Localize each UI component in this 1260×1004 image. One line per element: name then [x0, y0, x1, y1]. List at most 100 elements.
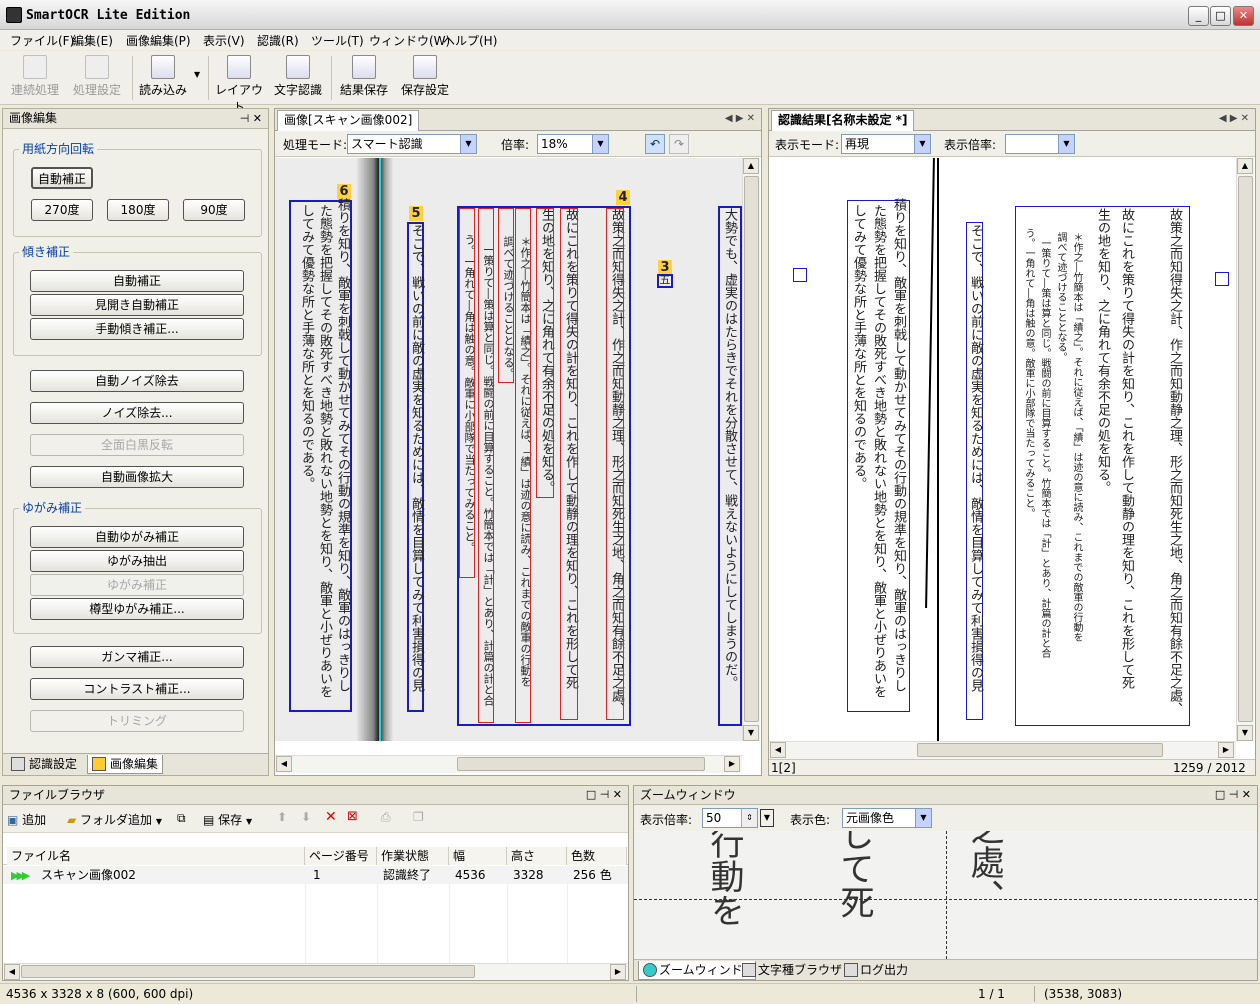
- tab-char-browser[interactable]: 文字種ブラウザ: [738, 961, 842, 980]
- scroll-down-icon[interactable]: ▼: [743, 725, 759, 741]
- menu-image-edit[interactable]: 画像編集(P): [126, 32, 191, 49]
- col-colors[interactable]: 色数: [567, 847, 627, 865]
- save-settings-button[interactable]: 保存設定: [398, 55, 452, 98]
- menu-recognize[interactable]: 認識(R): [257, 32, 299, 49]
- menu-help[interactable]: ヘルプ(H): [443, 32, 497, 49]
- col-status[interactable]: 作業状態: [377, 847, 449, 865]
- delete-icon[interactable]: ✕: [325, 809, 337, 825]
- scroll-left-icon[interactable]: ◀: [276, 756, 292, 772]
- move-up-icon[interactable]: ⬆: [277, 810, 287, 824]
- col-filename[interactable]: ファイル名: [7, 847, 305, 865]
- scroll-left-icon[interactable]: ◀: [4, 964, 20, 980]
- warp-auto-button[interactable]: 自動ゆがみ補正: [30, 526, 244, 548]
- minimize-button[interactable]: _: [1188, 6, 1209, 26]
- col-page[interactable]: ページ番号: [305, 847, 377, 865]
- scroll-right-icon[interactable]: ▶: [610, 964, 626, 980]
- table-row[interactable]: ▶▶▶ スキャン画像002 1 認識終了 4536 3328 256 色: [3, 866, 628, 884]
- scroll-up-icon[interactable]: ▲: [743, 158, 759, 174]
- save-result-button[interactable]: 結果保存: [337, 55, 391, 98]
- load-dropdown-icon[interactable]: ▼: [194, 70, 200, 79]
- warp-extract-button[interactable]: ゆがみ抽出: [30, 550, 244, 572]
- auto-enlarge-button[interactable]: 自動画像拡大: [30, 466, 244, 488]
- scroll-thumb[interactable]: [1238, 176, 1253, 722]
- barrel-correct-button[interactable]: 樽型ゆがみ補正...: [30, 598, 244, 620]
- mode-select[interactable]: スマート認識 ▼: [347, 134, 477, 154]
- pin-close-icon[interactable]: ⊣ ✕: [240, 109, 262, 128]
- menu-file[interactable]: ファイル(F): [10, 32, 74, 49]
- save-file-button[interactable]: ▤ 保存 ▼: [203, 811, 252, 828]
- col-width[interactable]: 幅: [449, 847, 507, 865]
- spin-icon[interactable]: ⇕: [741, 809, 757, 827]
- load-button[interactable]: 読み込み: [138, 55, 188, 98]
- tab-log-output[interactable]: ログ出力: [840, 961, 908, 980]
- scroll-right-icon[interactable]: ▶: [724, 756, 740, 772]
- gamma-button[interactable]: ガンマ補正...: [30, 646, 244, 668]
- menu-tools[interactable]: ツール(T): [311, 32, 364, 49]
- result-canvas[interactable]: 故策之而知得失之計、作之而知動静之理、形之而知死生之地、角之而知有餘不足之處、 …: [769, 158, 1236, 741]
- menu-edit[interactable]: 編集(E): [72, 32, 113, 49]
- warp-correct-button[interactable]: ゆがみ補正: [30, 574, 244, 596]
- col-height[interactable]: 高さ: [507, 847, 567, 865]
- pages-icon[interactable]: ❐: [413, 810, 424, 824]
- scan-image-canvas[interactable]: 6 してみて優勢な所と手薄な所とを知るのである。 た態勢を把握してその敗死すべき…: [275, 158, 742, 741]
- scroll-thumb[interactable]: [744, 176, 759, 722]
- close-button[interactable]: ✕: [1233, 6, 1254, 26]
- horizontal-scrollbar[interactable]: ◀ ▶: [275, 755, 742, 773]
- copy-icon[interactable]: ⧉: [177, 811, 186, 826]
- noise-remove-button[interactable]: ノイズ除去...: [30, 402, 244, 424]
- rotate-270-button[interactable]: 270度: [31, 199, 93, 221]
- scroll-down-icon[interactable]: ▼: [1237, 725, 1253, 741]
- redo-icon[interactable]: ↷: [669, 134, 689, 154]
- undo-icon[interactable]: ↶: [645, 134, 665, 154]
- scan-icon[interactable]: ⎙: [381, 810, 391, 825]
- rotate-180-button[interactable]: 180度: [107, 199, 169, 221]
- tab-image-edit[interactable]: 画像編集: [87, 755, 163, 774]
- horizontal-scrollbar[interactable]: ◀ ▶: [769, 741, 1236, 759]
- zoom-dropdown-icon[interactable]: ▼: [760, 809, 774, 827]
- move-down-icon[interactable]: ⬇: [301, 810, 311, 824]
- result-block-3[interactable]: [1215, 272, 1229, 286]
- display-color-select[interactable]: 元画像色 ▼: [842, 808, 932, 828]
- scroll-thumb[interactable]: [21, 965, 475, 978]
- tab-nav-icon[interactable]: ◀ ▶ ✕: [725, 113, 755, 124]
- add-folder-button[interactable]: ▰ フォルダ追加 ▼: [67, 811, 162, 828]
- result-tab[interactable]: 認識結果[名称未設定 *]: [771, 110, 915, 131]
- invert-button[interactable]: 全面白黒反転: [30, 434, 244, 456]
- skew-spread-button[interactable]: 見開き自動補正: [30, 294, 244, 316]
- menu-view[interactable]: 表示(V): [203, 32, 245, 49]
- vertical-scrollbar[interactable]: ▲ ▼: [1236, 158, 1254, 741]
- zoom-preview[interactable]: 行動を して死 之處、: [634, 831, 1257, 959]
- panel-controls-icon[interactable]: □ ⊣ ✕: [1215, 786, 1251, 804]
- batch-process-button[interactable]: 連続処理: [8, 55, 62, 98]
- horizontal-scrollbar[interactable]: ◀ ▶: [3, 963, 628, 980]
- tab-nav-icon[interactable]: ◀ ▶ ✕: [1219, 113, 1249, 124]
- zoom-rate-input[interactable]: 50 ⇕: [702, 808, 758, 828]
- scroll-thumb[interactable]: [917, 743, 1163, 757]
- process-settings-button[interactable]: 処理設定: [70, 55, 124, 98]
- skew-auto-button[interactable]: 自動補正: [30, 270, 244, 292]
- auto-rotate-button[interactable]: 自動補正: [31, 167, 93, 189]
- layout-button[interactable]: レイアウト: [214, 55, 264, 115]
- add-file-button[interactable]: ▣ 追加: [7, 811, 46, 828]
- image-tab[interactable]: 画像[スキャン画像002]: [277, 110, 420, 131]
- panel-controls-icon[interactable]: □ ⊣ ✕: [586, 786, 622, 804]
- scroll-right-icon[interactable]: ▶: [1218, 742, 1234, 758]
- display-mode-select[interactable]: 再現 ▼: [841, 134, 931, 154]
- vertical-scrollbar[interactable]: ▲ ▼: [742, 158, 760, 741]
- recognize-button[interactable]: 文字認識: [271, 55, 325, 98]
- auto-noise-button[interactable]: 自動ノイズ除去: [30, 370, 244, 392]
- scroll-up-icon[interactable]: ▲: [1237, 158, 1253, 174]
- result-block-small[interactable]: [793, 268, 807, 282]
- trimming-button[interactable]: トリミング: [30, 710, 244, 732]
- maximize-button[interactable]: □: [1210, 6, 1231, 26]
- tab-recognition-settings[interactable]: 認識設定: [7, 755, 77, 774]
- scroll-thumb[interactable]: [457, 757, 705, 771]
- contrast-button[interactable]: コントラスト補正...: [30, 678, 244, 700]
- delete-all-icon[interactable]: ⊠: [347, 809, 358, 824]
- display-zoom-select[interactable]: ▼: [1005, 134, 1075, 154]
- scroll-left-icon[interactable]: ◀: [770, 742, 786, 758]
- rotate-90-button[interactable]: 90度: [183, 199, 245, 221]
- zoom-select[interactable]: 18% ▼: [537, 134, 609, 154]
- menu-window[interactable]: ウィンドウ(W): [369, 32, 450, 49]
- skew-manual-button[interactable]: 手動傾き補正...: [30, 318, 244, 340]
